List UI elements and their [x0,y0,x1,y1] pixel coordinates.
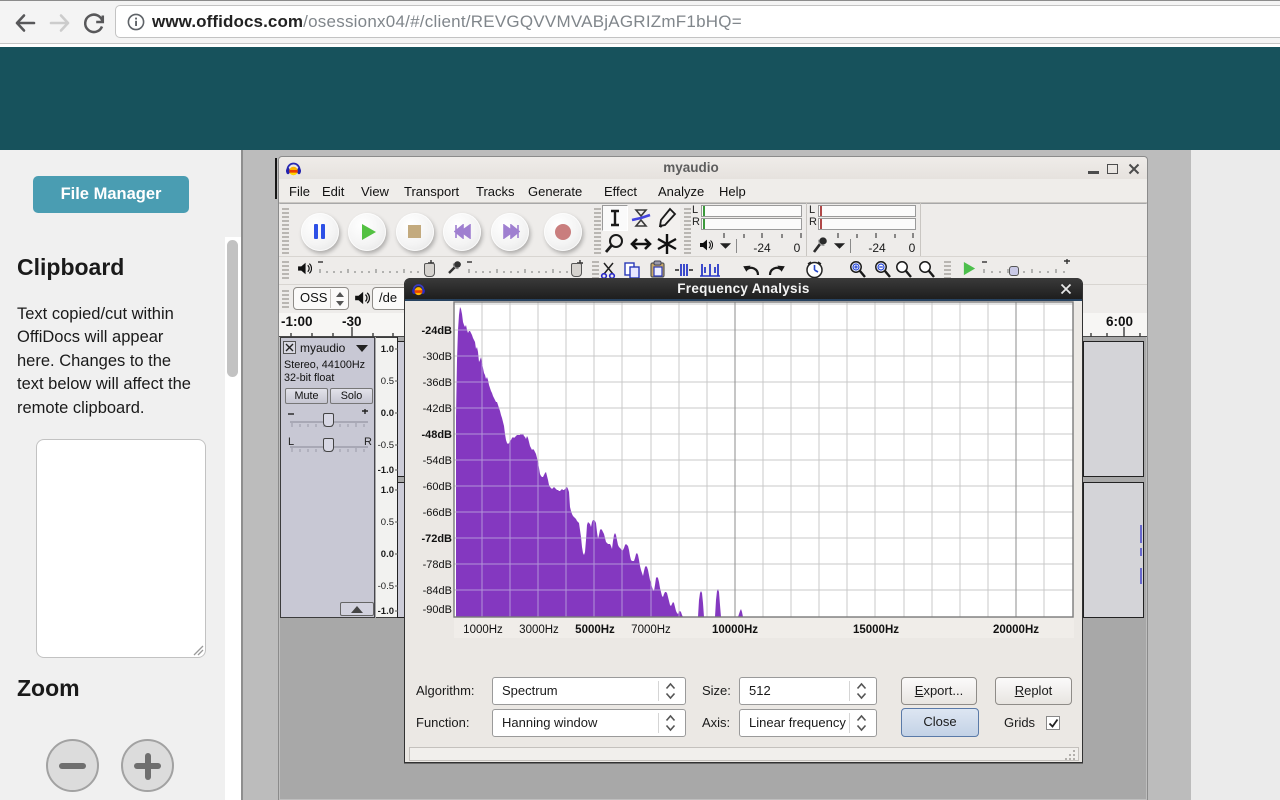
svg-text:-24: -24 [868,241,886,255]
svg-text:15000Hz: 15000Hz [853,624,899,636]
svg-text:-24: -24 [753,241,771,255]
svg-text:7000Hz: 7000Hz [631,624,671,636]
svg-text:-48dB: -48dB [421,429,452,441]
svg-text:0.5: 0.5 [381,376,394,387]
svg-text:-0.5: -0.5 [378,440,394,451]
svg-text:-66dB: -66dB [423,507,452,519]
svg-text:-60dB: -60dB [423,481,452,493]
svg-text:-1.0: -1.0 [378,465,394,476]
svg-text:0: 0 [909,241,916,255]
svg-text:-42dB: -42dB [423,403,452,415]
svg-text:-84dB: -84dB [423,585,452,597]
svg-text:-0.5: -0.5 [378,581,394,592]
svg-text:3000Hz: 3000Hz [519,624,559,636]
svg-text:-1.0: -1.0 [378,606,394,617]
svg-text:0.5: 0.5 [381,517,394,528]
svg-text:-78dB: -78dB [423,559,452,571]
svg-text:-72dB: -72dB [421,533,452,545]
svg-text:0.0: 0.0 [381,549,394,560]
svg-text:10000Hz: 10000Hz [712,624,758,636]
svg-text:-24dB: -24dB [421,325,452,337]
svg-text:-90dB: -90dB [423,604,452,616]
svg-text:1.0: 1.0 [381,344,394,355]
svg-text:-30dB: -30dB [423,351,452,363]
svg-text:0.0: 0.0 [381,408,394,419]
svg-text:1000Hz: 1000Hz [463,624,503,636]
svg-text:-36dB: -36dB [423,377,452,389]
svg-text:20000Hz: 20000Hz [993,624,1039,636]
svg-text:1.0: 1.0 [381,485,394,496]
svg-text:0: 0 [794,241,801,255]
svg-text:-54dB: -54dB [423,455,452,467]
svg-text:5000Hz: 5000Hz [575,624,615,636]
